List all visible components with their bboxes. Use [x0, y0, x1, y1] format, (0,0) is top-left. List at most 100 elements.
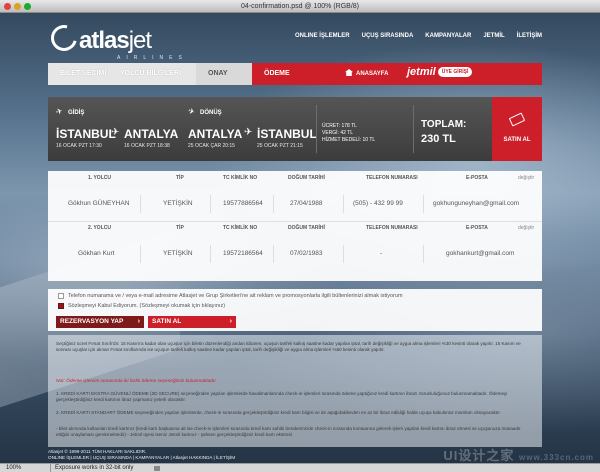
- purchase-button-label: SATIN AL: [152, 318, 182, 325]
- logo-text-light: jet: [128, 27, 152, 54]
- passenger-dob: 27/04/1988: [290, 200, 323, 207]
- outbound-to: ANTALYA: [124, 127, 179, 141]
- contract-consent-link[interactable]: Sözleşmeyi Kabul Ediyorum. (Sözleşmeyi o…: [68, 303, 225, 309]
- column-header-tc: TC KİMLİK NO: [223, 175, 258, 181]
- outbound-arrival-time: 16 OCAK PZT 18:38: [124, 143, 170, 149]
- window-titlebar: 04-confirmation.psd @ 100% (RGB/8): [0, 0, 600, 13]
- passenger-row: Gökhun GÜNEYHAN YETİŞKİN 19577886564 27/…: [48, 191, 542, 217]
- status-message: Exposure works in 32-bit only: [50, 464, 150, 472]
- page-footer: Atlasjet © 1999-2011 TÜM HAKLARI SAKLIDI…: [48, 449, 235, 461]
- return-arrow-icon: ✈: [244, 127, 253, 138]
- top-navigation: ONLINE İŞLEMLER UÇUŞ SIRASINDA KAMPANYAL…: [295, 33, 542, 39]
- passenger-1-header: 1. YOLCU TİP TC KİMLİK NO DOĞUM TARİHİ T…: [48, 175, 542, 185]
- passenger-dob: 07/02/1983: [290, 250, 323, 257]
- step-bilet-secimi[interactable]: BİLET SEÇİMİ: [48, 63, 108, 85]
- footer-links[interactable]: ONLINE İŞLEMLER | UÇUŞ SIRASINDA | KAMPA…: [48, 455, 235, 461]
- column-header-phone: TELEFON NUMARASI: [366, 175, 418, 181]
- buy-button[interactable]: SATIN AL: [492, 97, 542, 161]
- site-watermark: UI设计之家 www.333cn.com: [443, 445, 594, 463]
- step-yolcu-bilgileri[interactable]: YOLCU BİLGİLERİ: [108, 63, 196, 85]
- passenger-type: YETİŞKİN: [163, 250, 193, 257]
- secure-payment-rule: 1. KREDİ KARTI EKSTRA GÜVENLİ ÖDEME (3D …: [56, 391, 508, 402]
- nav-iletisim[interactable]: İLETİŞİM: [517, 33, 542, 39]
- passenger-email: gokhunguneyhan@gmail.com: [433, 200, 520, 207]
- passenger-1-title: 1. YOLCU: [88, 175, 111, 181]
- purchase-button[interactable]: SATIN AL ›: [148, 316, 236, 328]
- passenger-table: 1. YOLCU TİP TC KİMLİK NO DOĞUM TARİHİ T…: [48, 171, 542, 281]
- cell-divider: [140, 195, 141, 213]
- passenger-2-header: 2. YOLCU TİP TC KİMLİK NO DOĞUM TARİHİ T…: [48, 225, 542, 235]
- jetmil-login[interactable]: jetmil ÜYE GİRİŞİ: [407, 66, 473, 78]
- column-header-phone: TELEFON NUMARASI: [366, 225, 418, 231]
- nav-kampanyalar[interactable]: KAMPANYALAR: [425, 33, 471, 39]
- passenger-name: Gökhun GÜNEYHAN: [68, 200, 130, 207]
- status-bar: 100% Exposure works in 32-bit only: [0, 463, 600, 472]
- nav-online-islemler[interactable]: ONLINE İŞLEMLER: [295, 33, 350, 39]
- divider: [316, 105, 317, 153]
- service-fee: HİZMET BEDELİ: 10 TL: [322, 137, 376, 143]
- zoom-window-button[interactable]: [24, 3, 31, 10]
- return-label: DÖNÜŞ: [200, 110, 222, 116]
- return-plane-icon: ✈: [186, 106, 197, 117]
- logo-text-bold: atlas: [79, 27, 130, 54]
- column-header-tc: TC KİMLİK NO: [223, 225, 258, 231]
- row-divider: [48, 221, 542, 222]
- edit-passenger-2-link[interactable]: değiştir: [518, 225, 534, 231]
- passenger-type: YETİŞKİN: [163, 200, 193, 207]
- passenger-tc: 19577886564: [223, 200, 263, 207]
- total-price: 230 TL: [421, 133, 456, 145]
- cell-divider: [343, 245, 344, 263]
- fare-class-rules: Seçtiğiniz ücret Fırsat Sınıfı'dır. 15 K…: [56, 341, 521, 352]
- flight-summary: ✈ GİDİŞ İSTANBUL ✈ ANTALYA 16 OCAK PZT 1…: [48, 97, 542, 161]
- fare-rules-info: Seçtiğiniz ücret Fırsat Sınıfı'dır. 15 K…: [48, 335, 542, 447]
- reservation-button[interactable]: REZERVASYON YAP ›: [56, 316, 144, 328]
- consent-section: Telefon numarama ve / veya e-mail adresi…: [48, 289, 542, 331]
- payment-note: Not: Ödeme işlemini sonasında iki farklı…: [56, 379, 216, 384]
- home-link[interactable]: ANASAYFA: [345, 69, 388, 77]
- passenger-phone: (505) - 432 99 99: [353, 200, 403, 207]
- column-header-email: E-POSTA: [466, 225, 488, 231]
- zoom-level[interactable]: 100%: [6, 464, 21, 472]
- member-login-button[interactable]: ÜYE GİRİŞİ: [437, 67, 473, 77]
- arrow-right-icon: ›: [229, 318, 232, 325]
- cell-divider: [273, 195, 274, 213]
- steps-actions: ANASAYFA jetmil ÜYE GİRİŞİ: [337, 63, 542, 85]
- divider: [413, 105, 414, 153]
- home-label: ANASAYFA: [356, 71, 389, 77]
- contract-checkbox[interactable]: [58, 303, 64, 309]
- return-from: ANTALYA: [188, 127, 243, 141]
- nav-jetmil[interactable]: JETMİL: [483, 33, 504, 39]
- passenger-tc: 19572186564: [223, 250, 263, 257]
- close-window-button[interactable]: [4, 3, 11, 10]
- column-header-type: TİP: [176, 175, 184, 181]
- return-arrival-time: 25 OCAK PZT 21:15: [257, 143, 303, 149]
- marketing-checkbox[interactable]: [58, 293, 64, 299]
- step-onay: ONAY: [196, 63, 252, 85]
- watermark-text: UI设计之家: [443, 448, 515, 463]
- cell-divider: [210, 245, 211, 263]
- cell-divider: [423, 245, 424, 263]
- credit-card-icon: [508, 112, 526, 127]
- cell-divider: [140, 245, 141, 263]
- cell-divider: [273, 245, 274, 263]
- column-header-email: E-POSTA: [466, 175, 488, 181]
- arrow-right-icon: ›: [137, 318, 140, 325]
- marketing-consent-text: Telefon numarama ve / veya e-mail adresi…: [68, 293, 403, 299]
- minimize-window-button[interactable]: [14, 3, 21, 10]
- passenger-email: gokhankurt@gmail.com: [446, 250, 515, 257]
- outbound-from: İSTANBUL: [56, 127, 116, 141]
- logo-wordmark: atlasjet: [79, 27, 152, 55]
- outbound-label: GİDİŞ: [68, 110, 85, 116]
- jetmil-logo: jetmil: [407, 66, 436, 78]
- logo-tagline: AIRLINES: [117, 55, 188, 61]
- nav-ucus-sirasinda[interactable]: UÇUŞ SIRASINDA: [362, 33, 414, 39]
- outbound-departure-time: 16 OCAK PZT 17:30: [56, 143, 102, 149]
- column-header-type: TİP: [176, 225, 184, 231]
- status-arrow-icon[interactable]: [154, 466, 160, 471]
- booking-steps: BİLET SEÇİMİ YOLCU BİLGİLERİ ONAY ÖDEME …: [48, 63, 542, 85]
- return-to: İSTANBUL: [257, 127, 317, 141]
- window-title: 04-confirmation.psd @ 100% (RGB/8): [241, 3, 359, 10]
- edit-passenger-1-link[interactable]: değiştir: [518, 175, 534, 181]
- passenger-phone: -: [380, 250, 383, 257]
- departure-plane-icon: ✈: [54, 106, 65, 117]
